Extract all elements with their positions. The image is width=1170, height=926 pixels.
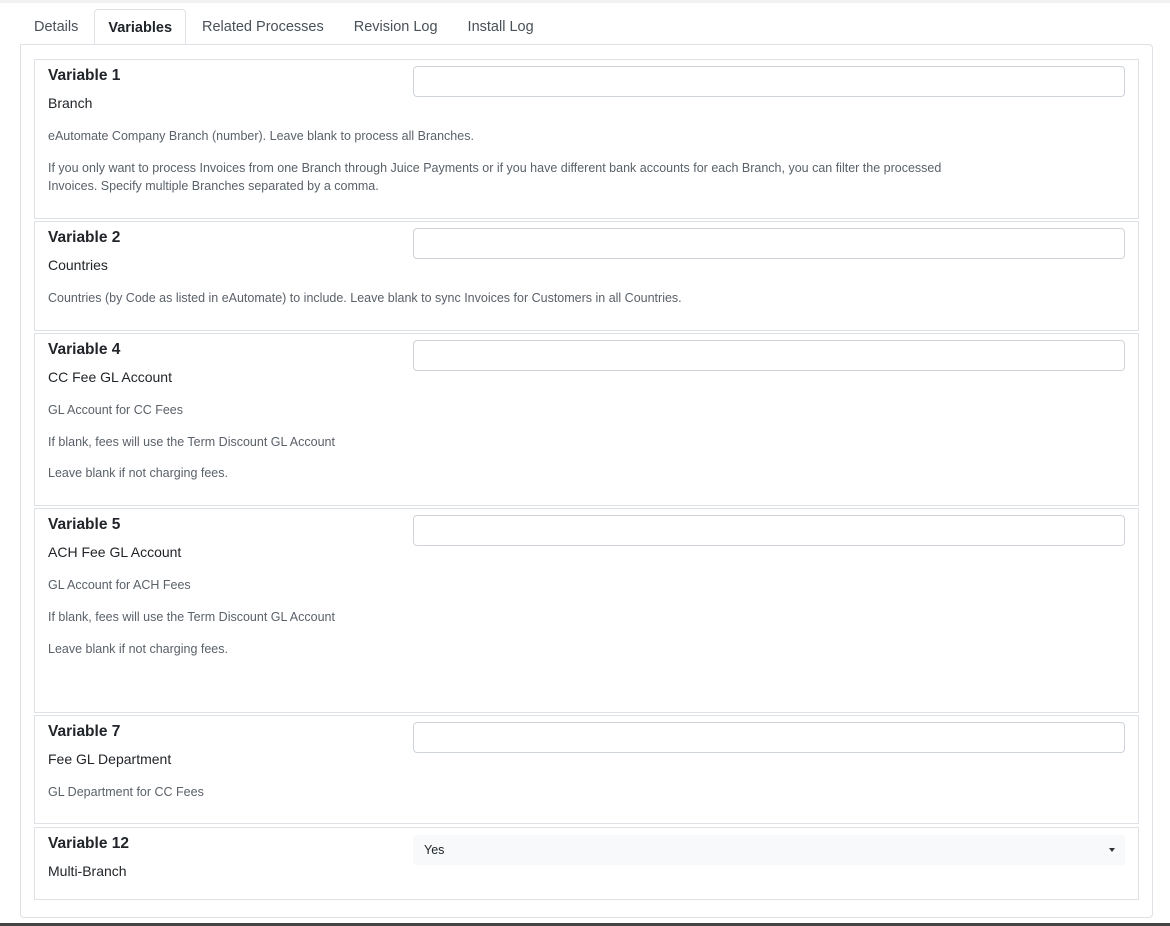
- tab-details[interactable]: Details: [20, 8, 92, 45]
- variable-name: ACH Fee GL Account: [48, 544, 182, 560]
- variable-card-2: Variable 2 Countries Countries (by Code …: [34, 221, 1139, 331]
- variable-description: eAutomate Company Branch (number). Leave…: [48, 129, 474, 143]
- variable-description: GL Account for CC Fees: [48, 403, 184, 417]
- variable-title: Variable 5: [48, 516, 121, 533]
- variable-description: If you only want to process Invoices fro…: [48, 161, 942, 193]
- variable-title: Variable 12: [48, 835, 130, 852]
- top-border: [0, 0, 1170, 3]
- variable-description: Countries (by Code as listed in eAutomat…: [48, 291, 682, 305]
- tab-related-processes[interactable]: Related Processes: [188, 8, 338, 45]
- variable-name: Fee GL Department: [48, 751, 172, 767]
- tab-install-log[interactable]: Install Log: [454, 8, 548, 45]
- variable-description: If blank, fees will use the Term Discoun…: [48, 610, 335, 624]
- variable-description: GL Department for CC Fees: [48, 785, 204, 799]
- caret-down-icon: [1109, 848, 1115, 852]
- variable-name: Countries: [48, 257, 108, 273]
- variable-name: Multi-Branch: [48, 863, 127, 879]
- multi-branch-selected-value: Yes: [424, 843, 445, 857]
- variable-card-4: Variable 4 CC Fee GL Account GL Account …: [34, 333, 1139, 506]
- tab-variables[interactable]: Variables: [94, 9, 187, 46]
- variable-card-7: Variable 7 Fee GL Department GL Departme…: [34, 715, 1139, 824]
- variable-description: Leave blank if not charging fees.: [48, 642, 228, 656]
- tab-bar: Details Variables Related Processes Revi…: [20, 8, 550, 46]
- variable-description: If blank, fees will use the Term Discoun…: [48, 435, 335, 449]
- variable-title: Variable 2: [48, 229, 121, 246]
- fee-gl-department-input[interactable]: [413, 722, 1125, 753]
- variable-title: Variable 4: [48, 341, 121, 358]
- variable-card-12: Variable 12 Multi-Branch Yes: [34, 827, 1139, 900]
- ach-fee-gl-account-input[interactable]: [413, 515, 1125, 546]
- variable-name: CC Fee GL Account: [48, 369, 172, 385]
- variable-card-5: Variable 5 ACH Fee GL Account GL Account…: [34, 508, 1139, 713]
- tab-revision-log[interactable]: Revision Log: [340, 8, 452, 45]
- multi-branch-select[interactable]: Yes: [413, 835, 1125, 865]
- countries-input[interactable]: [413, 228, 1125, 259]
- branch-input[interactable]: [413, 66, 1125, 97]
- variable-card-1: Variable 1 Branch eAutomate Company Bran…: [34, 59, 1139, 219]
- variable-title: Variable 7: [48, 723, 121, 740]
- variable-description: GL Account for ACH Fees: [48, 578, 191, 592]
- variable-name: Branch: [48, 95, 93, 111]
- cc-fee-gl-account-input[interactable]: [413, 340, 1125, 371]
- variable-description: Leave blank if not charging fees.: [48, 466, 228, 480]
- variable-title: Variable 1: [48, 67, 121, 84]
